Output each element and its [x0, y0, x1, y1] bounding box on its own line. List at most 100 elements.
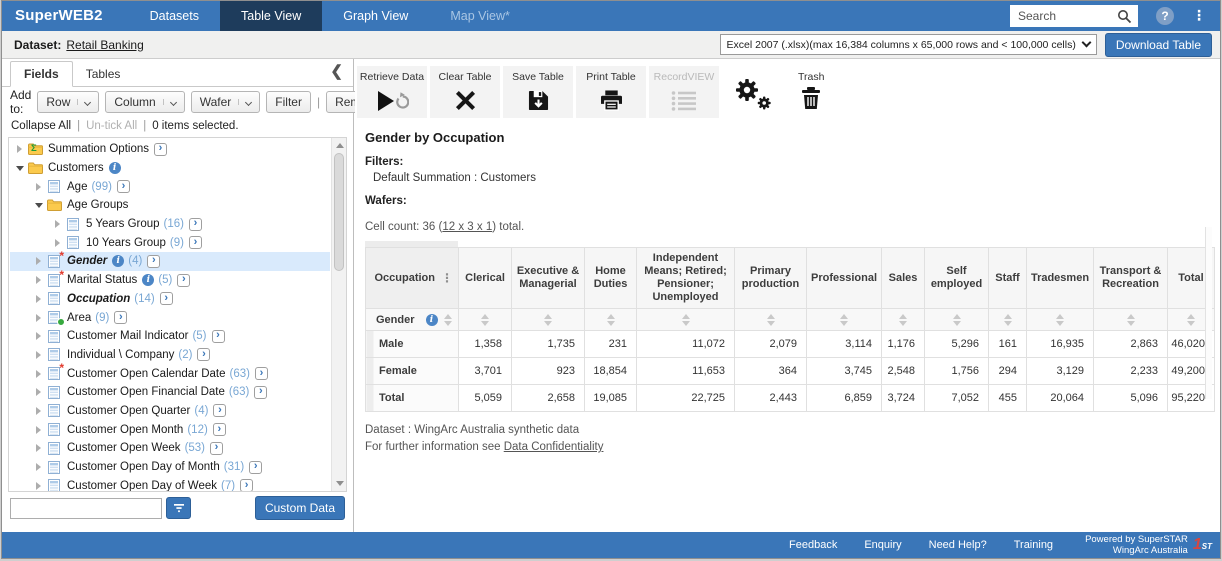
expander[interactable]: [33, 276, 44, 284]
print-table-button[interactable]: Print Table: [576, 66, 646, 118]
expand-icon[interactable]: [36, 314, 41, 322]
save-table-button[interactable]: Save Table: [503, 66, 573, 118]
export-format-select[interactable]: Excel 2007 (.xlsx)(max 16,384 columns x …: [720, 34, 1097, 55]
expand-icon[interactable]: [36, 444, 41, 452]
expander[interactable]: [33, 257, 44, 265]
sidebar-tab-tables[interactable]: Tables: [73, 62, 134, 86]
clear-table-button[interactable]: Clear Table: [430, 66, 500, 118]
tree-item-customer-mail-indicator[interactable]: Customer Mail Indicator(5)›: [10, 327, 330, 346]
filter-button[interactable]: Filter: [266, 91, 311, 113]
tree-item-customers[interactable]: Customersi: [10, 159, 330, 178]
sort-cell-sales[interactable]: [882, 309, 925, 331]
row-header-male[interactable]: Male: [366, 331, 459, 358]
expand-icon[interactable]: [36, 407, 41, 415]
dropdown-toggle[interactable]: [77, 99, 90, 105]
scroll-up-icon[interactable]: [336, 143, 344, 148]
add-to-wafer-button[interactable]: Wafer: [191, 91, 261, 113]
nav-tab-table-view[interactable]: Table View: [220, 1, 322, 31]
sort-icon[interactable]: [899, 314, 907, 326]
sort-icon[interactable]: [1004, 314, 1012, 326]
data-confidentiality-link[interactable]: Data Confidentiality: [504, 441, 604, 453]
scroll-down-icon[interactable]: [336, 481, 344, 486]
expander[interactable]: [14, 166, 25, 171]
table-options-gears-button[interactable]: [732, 66, 774, 115]
expander[interactable]: [52, 239, 63, 247]
sort-cell-primary-production[interactable]: [735, 309, 807, 331]
open-field-arrow-button[interactable]: ›: [147, 255, 160, 268]
collapse-all-link[interactable]: Collapse All: [11, 120, 71, 132]
tree-item-occupation[interactable]: Occupation(14)›: [10, 290, 330, 309]
footer-link-enquiry[interactable]: Enquiry: [864, 539, 901, 551]
sort-icon[interactable]: [1187, 314, 1195, 326]
expander[interactable]: [33, 407, 44, 415]
expander[interactable]: [33, 463, 44, 471]
tree-filter-input[interactable]: [10, 498, 162, 519]
open-field-arrow-button[interactable]: ›: [212, 330, 225, 343]
corner-header-occupation[interactable]: Occupation⋮: [366, 248, 459, 309]
open-field-arrow-button[interactable]: ›: [213, 404, 226, 417]
sort-icon[interactable]: [682, 314, 690, 326]
column-header-primary-production[interactable]: Primary production: [735, 248, 807, 309]
sort-cell-clerical[interactable]: [459, 309, 512, 331]
open-field-arrow-button[interactable]: ›: [117, 180, 130, 193]
expand-icon[interactable]: [36, 426, 41, 434]
search-icon[interactable]: [1117, 9, 1132, 29]
row-dimension-header-gender[interactable]: Genderi⋮: [366, 309, 459, 331]
column-header-staff[interactable]: Staff: [989, 248, 1027, 309]
expand-icon[interactable]: [36, 351, 41, 359]
open-field-arrow-button[interactable]: ›: [249, 461, 262, 474]
add-to-row-button[interactable]: Row: [37, 91, 99, 113]
sort-icon[interactable]: [953, 314, 961, 326]
search-input[interactable]: [1011, 7, 1111, 25]
expander[interactable]: [33, 444, 44, 452]
expand-icon[interactable]: [36, 276, 41, 284]
trash-button[interactable]: Trash: [798, 66, 824, 109]
column-header-sales[interactable]: Sales: [882, 248, 925, 309]
footer-link-feedback[interactable]: Feedback: [789, 539, 837, 551]
sort-icon[interactable]: [444, 314, 452, 326]
open-field-arrow-button[interactable]: ›: [255, 367, 268, 380]
sort-icon[interactable]: [481, 314, 489, 326]
sort-cell-home-duties[interactable]: [585, 309, 637, 331]
sort-cell-transport-recreation[interactable]: [1094, 309, 1168, 331]
expander[interactable]: [33, 203, 44, 208]
info-icon[interactable]: i: [112, 255, 124, 267]
expander[interactable]: [52, 220, 63, 228]
tree-scrollbar[interactable]: [331, 138, 346, 491]
expand-icon[interactable]: [36, 332, 41, 340]
kebab-menu-icon[interactable]: ⋮: [441, 271, 453, 285]
scrollbar-thumb[interactable]: [334, 153, 344, 271]
column-header-independent-means-retired-pensioner-unemployed[interactable]: Independent Means; Retired; Pensioner; U…: [637, 248, 735, 309]
expand-icon[interactable]: [36, 295, 41, 303]
info-icon[interactable]: i: [142, 274, 154, 286]
row-header-total[interactable]: Total: [366, 385, 459, 412]
open-field-arrow-button[interactable]: ›: [160, 292, 173, 305]
sort-cell-staff[interactable]: [989, 309, 1027, 331]
info-icon[interactable]: i: [426, 314, 438, 326]
expand-icon[interactable]: [17, 145, 22, 153]
custom-data-button[interactable]: Custom Data: [255, 496, 345, 520]
tree-item-customer-open-calendar-date[interactable]: *Customer Open Calendar Date(63)›: [10, 364, 330, 383]
open-field-arrow-button[interactable]: ›: [189, 218, 202, 231]
nav-tab-graph-view[interactable]: Graph View: [322, 1, 429, 31]
tree-item-marital-status[interactable]: *Marital Statusi(5)›: [10, 271, 330, 290]
expander[interactable]: [33, 314, 44, 322]
tree-item-customer-open-financial-date[interactable]: Customer Open Financial Date(63)›: [10, 383, 330, 402]
sort-icon[interactable]: [607, 314, 615, 326]
tree-item-10-years-group[interactable]: 10 Years Group(9)›: [10, 233, 330, 252]
expander[interactable]: [33, 332, 44, 340]
tree-item-customer-open-month[interactable]: Customer Open Month(12)›: [10, 420, 330, 439]
sidebar-tab-fields[interactable]: Fields: [10, 61, 73, 87]
expander[interactable]: [33, 482, 44, 490]
sort-icon[interactable]: [840, 314, 848, 326]
tree-item-customer-open-quarter[interactable]: Customer Open Quarter(4)›: [10, 402, 330, 421]
open-field-arrow-button[interactable]: ›: [154, 143, 167, 156]
add-to-column-button[interactable]: Column: [105, 91, 184, 113]
sort-icon[interactable]: [767, 314, 775, 326]
expander[interactable]: [33, 295, 44, 303]
expander[interactable]: [14, 145, 25, 153]
sort-cell-independent-means-retired-pensioner-unemployed[interactable]: [637, 309, 735, 331]
sort-icon[interactable]: [1127, 314, 1135, 326]
expander[interactable]: [33, 388, 44, 396]
tree-item-customer-open-week[interactable]: Customer Open Week(53)›: [10, 439, 330, 458]
